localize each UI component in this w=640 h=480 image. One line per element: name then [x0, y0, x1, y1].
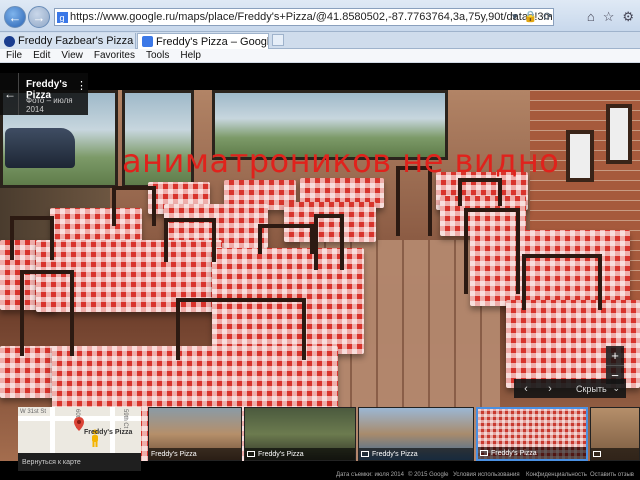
terms-link[interactable]: Условия использования: [453, 472, 520, 478]
thumb-caption: Freddy's Pizza: [491, 449, 537, 457]
tab-site-icon: [4, 35, 15, 47]
chair: [176, 298, 306, 360]
chair: [464, 208, 520, 294]
address-bar-area: ← → g https://www.google.ru/maps/place/F…: [0, 0, 640, 32]
menu-tools[interactable]: Tools: [146, 50, 169, 61]
search-dropdown-icon[interactable]: ▾: [512, 10, 518, 23]
chair: [20, 270, 74, 356]
more-vert-icon[interactable]: ⋮: [76, 79, 87, 92]
copyright: © 2015 Google: [408, 472, 449, 478]
lock-icon[interactable]: 🔒: [524, 10, 538, 23]
street-label: 59th Ct: [122, 409, 128, 429]
google-maps-icon: [142, 36, 153, 47]
menu-help[interactable]: Help: [180, 50, 201, 61]
tab-google-maps[interactable]: Freddy's Pizza – Google Kap... ✕: [137, 33, 269, 49]
maps-footer: Дата съемки: июля 2014 © 2015 Google Усл…: [0, 471, 640, 480]
thumb-caption: Freddy's Pizza: [372, 450, 418, 458]
photo-thumbnail[interactable]: Freddy's Pizza: [148, 407, 242, 461]
menu-edit[interactable]: Edit: [33, 50, 50, 61]
url-input[interactable]: g https://www.google.ru/maps/place/Fredd…: [54, 8, 554, 26]
tab-bar: Freddy Fazbear's Pizza — Five ... Freddy…: [0, 32, 640, 49]
arrow-right-icon: →: [32, 9, 46, 25]
picture-frame: [566, 130, 594, 182]
minimap-place-label: Freddy's Pizza: [84, 429, 133, 436]
maps-photo-viewer: аниматроников не видно ← Freddy's Pizza …: [0, 63, 640, 480]
url-text: https://www.google.ru/maps/place/Freddy'…: [70, 11, 553, 23]
photo-thumbnail[interactable]: Freddy's Pizza: [358, 407, 474, 461]
favorites-star-icon[interactable]: ☆: [603, 9, 615, 25]
chair: [522, 254, 602, 310]
privacy-link[interactable]: Конфиденциальность: [526, 472, 587, 478]
picture-frame: [606, 104, 632, 164]
photo-thumbnail[interactable]: Freddy's Pizza: [244, 407, 356, 461]
camera-icon: [480, 450, 488, 456]
tab-label: Freddy Fazbear's Pizza — Five ...: [18, 35, 135, 47]
camera-icon: [593, 451, 601, 457]
chair: [314, 214, 344, 270]
menu-view[interactable]: View: [61, 50, 83, 61]
camera-icon: [247, 451, 255, 457]
back-to-map-button[interactable]: Вернуться к карте: [18, 453, 141, 471]
google-favicon-icon: g: [57, 9, 68, 25]
browser-back-button[interactable]: ←: [4, 6, 26, 28]
zoom-in-button[interactable]: +: [606, 346, 624, 365]
street-label: W 31st St: [20, 409, 47, 415]
photo-date: Фото – июля 2014: [26, 96, 73, 114]
chair: [10, 216, 54, 260]
car: [5, 128, 75, 168]
overlay-caption: аниматроников не видно: [122, 142, 560, 180]
back-arrow-icon[interactable]: ←: [4, 87, 16, 101]
arrow-left-icon: ←: [8, 9, 22, 25]
prev-photo-button[interactable]: ‹: [514, 383, 538, 395]
place-info-panel: ← Freddy's Pizza Фото – июля 2014 ⋮: [0, 73, 88, 115]
tab-freddy-fazbear[interactable]: Freddy Fazbear's Pizza — Five ...: [0, 33, 136, 49]
browser-forward-button[interactable]: →: [28, 6, 50, 28]
new-tab-button[interactable]: [272, 34, 284, 46]
photo-navigation-bar: ‹ › Скрыть ⌄: [514, 379, 626, 398]
chair: [458, 178, 502, 206]
chair: [164, 218, 216, 262]
tab-label: Freddy's Pizza – Google Kap...: [156, 35, 268, 48]
photo-thumbnails-strip: Freddy's Pizza Freddy's Pizza Freddy's P…: [148, 407, 640, 461]
photo-thumbnail-selected[interactable]: Freddy's Pizza: [476, 407, 588, 461]
tools-gear-icon[interactable]: ⚙: [622, 9, 634, 25]
capture-date: Дата съемки: июля 2014: [336, 472, 404, 478]
map-pin-icon: [74, 417, 84, 431]
feedback-link[interactable]: Оставить отзыв: [590, 472, 634, 478]
refresh-icon[interactable]: ⟳: [543, 10, 552, 23]
thumb-caption: Freddy's Pizza: [258, 450, 304, 458]
minimap[interactable]: W 31st St 60th Ct 59th Ct Freddy's Pizza: [18, 407, 141, 453]
menu-file[interactable]: File: [6, 50, 22, 61]
restaurant-photo[interactable]: аниматроников не видно: [0, 90, 640, 461]
camera-icon: [361, 451, 369, 457]
svg-text:g: g: [60, 13, 65, 23]
menu-bar: File Edit View Favorites Tools Help: [0, 49, 640, 63]
home-icon[interactable]: ⌂: [587, 9, 595, 25]
menu-favorites[interactable]: Favorites: [94, 50, 135, 61]
chair: [112, 186, 156, 226]
chevron-down-icon[interactable]: ⌄: [612, 383, 620, 394]
hide-thumbnails-button[interactable]: Скрыть: [576, 384, 607, 394]
thumb-caption: Freddy's Pizza: [151, 450, 197, 458]
photo-thumbnail[interactable]: [590, 407, 640, 461]
chair: [258, 224, 314, 254]
next-photo-button[interactable]: ›: [538, 383, 562, 395]
